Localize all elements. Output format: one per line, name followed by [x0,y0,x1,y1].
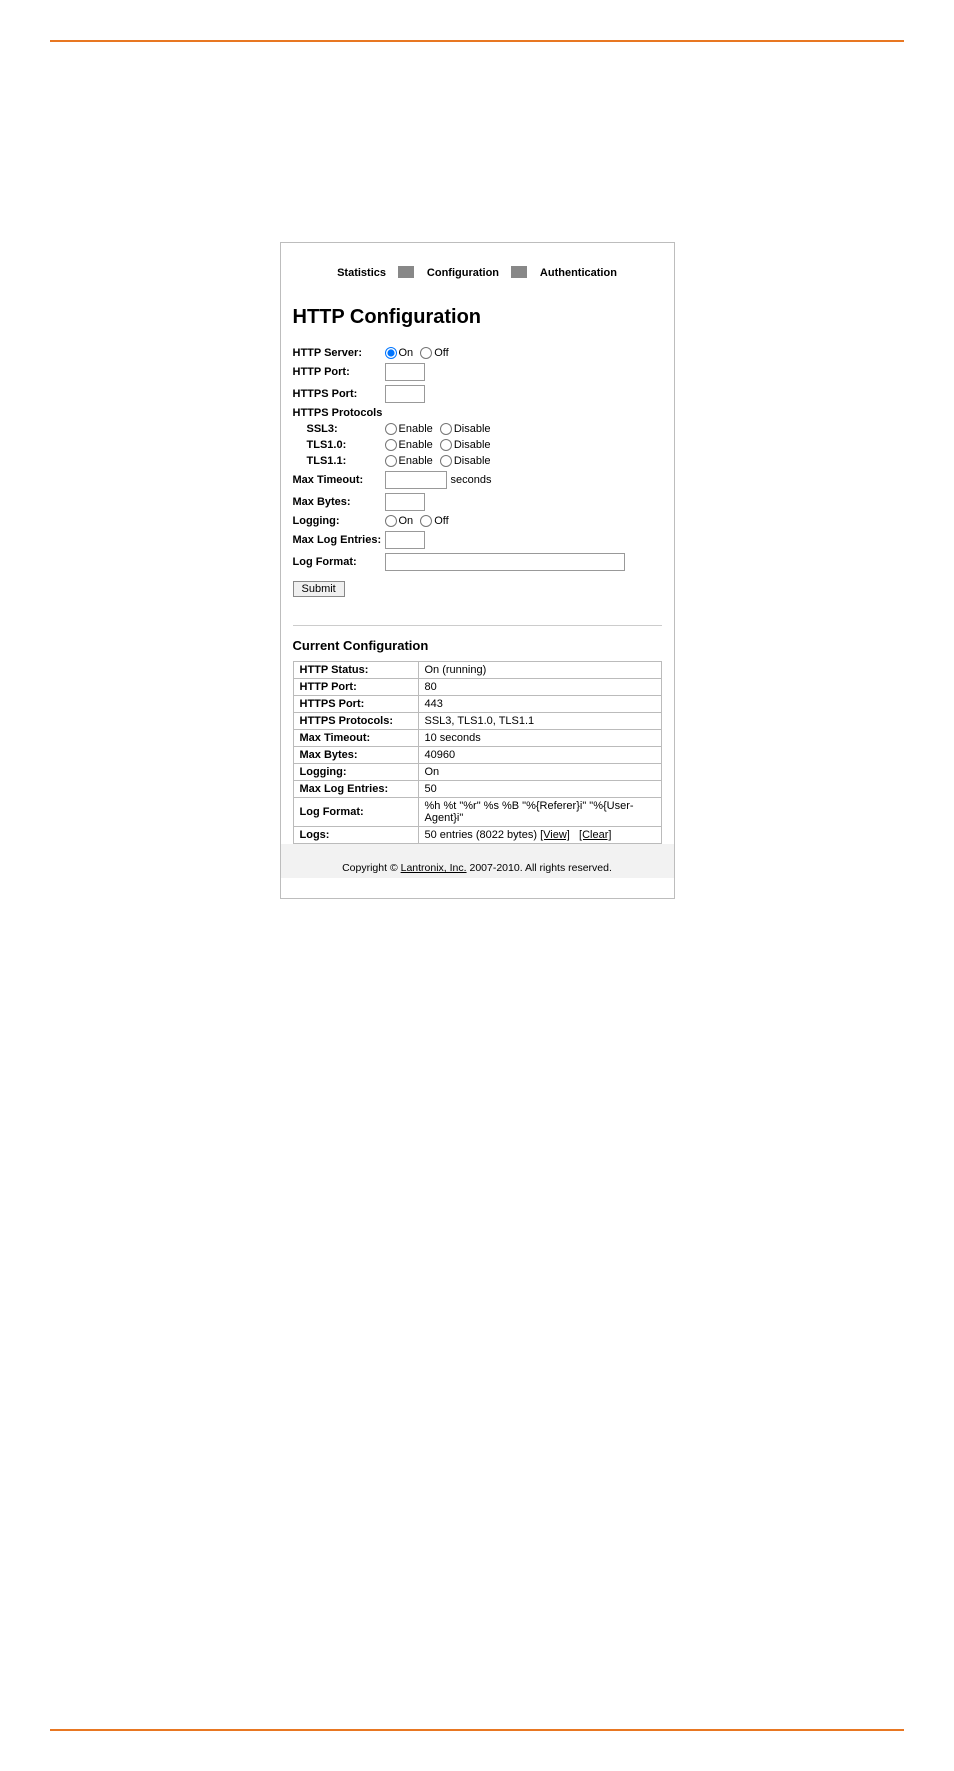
https-protocols-label: HTTPS Protocols [293,407,383,419]
max-timeout-input[interactable] [385,471,447,489]
cell-key: HTTPS Protocols: [293,713,418,730]
clear-link[interactable]: [Clear] [579,829,611,841]
cell-key: HTTP Status: [293,662,418,679]
top-rule [50,40,904,42]
cell-key: Logging: [293,764,418,781]
log-format-label: Log Format: [293,556,385,568]
radio-label-on: On [399,515,414,527]
cell-value: 80 [418,679,661,696]
radio-label-off: Off [434,347,448,359]
cell-value: On (running) [418,662,661,679]
current-config-table: HTTP Status:On (running) HTTP Port:80 HT… [293,661,662,844]
http-port-label: HTTP Port: [293,366,385,378]
tls10-disable-radio[interactable] [440,439,452,451]
http-port-input[interactable] [385,363,425,381]
config-panel: Statistics Configuration Authentication … [280,242,675,899]
radio-label-disable: Disable [454,423,491,435]
https-port-input[interactable] [385,385,425,403]
logging-off-radio[interactable] [420,515,432,527]
copyright-pre: Copyright © [342,862,401,874]
table-row: HTTP Status:On (running) [293,662,661,679]
table-row: Max Timeout:10 seconds [293,730,661,747]
logging-label: Logging: [293,515,385,527]
http-server-on-radio[interactable] [385,347,397,359]
ssl3-disable-radio[interactable] [440,423,452,435]
tls10-label: TLS1.0: [293,439,385,451]
log-format-input[interactable] [385,553,625,571]
cell-value: 443 [418,696,661,713]
submit-button[interactable]: Submit [293,581,345,597]
copyright-post: 2007-2010. All rights reserved. [467,862,612,874]
tls11-label: TLS1.1: [293,455,385,467]
cell-key: Logs: [293,827,418,844]
cell-value: 10 seconds [418,730,661,747]
https-port-label: HTTPS Port: [293,388,385,400]
tls11-disable-radio[interactable] [440,455,452,467]
radio-label-disable: Disable [454,439,491,451]
table-row: HTTPS Port:443 [293,696,661,713]
cell-value: SSL3, TLS1.0, TLS1.1 [418,713,661,730]
logging-on-radio[interactable] [385,515,397,527]
max-log-entries-input[interactable] [385,531,425,549]
footer: Copyright © Lantronix, Inc. 2007-2010. A… [281,844,674,878]
cell-key: Max Log Entries: [293,781,418,798]
view-link[interactable]: [View] [540,829,570,841]
radio-label-enable: Enable [399,455,433,467]
tls11-enable-radio[interactable] [385,455,397,467]
logs-summary: 50 entries (8022 bytes) [425,829,541,841]
current-config-heading: Current Configuration [293,638,662,653]
page-title: HTTP Configuration [293,306,662,329]
cell-value: 40960 [418,747,661,764]
table-row: Max Bytes:40960 [293,747,661,764]
radio-label-on: On [399,347,414,359]
table-row: Logs: 50 entries (8022 bytes) [View] [Cl… [293,827,661,844]
cell-key: HTTP Port: [293,679,418,696]
cell-key: Max Timeout: [293,730,418,747]
divider [511,266,527,278]
radio-label-off: Off [434,515,448,527]
cell-value: 50 entries (8022 bytes) [View] [Clear] [418,827,661,844]
table-row: Log Format:%h %t "%r" %s %B "%{Referer}i… [293,798,661,827]
http-server-off-radio[interactable] [420,347,432,359]
tab-configuration[interactable]: Configuration [419,267,507,279]
cell-value: %h %t "%r" %s %B "%{Referer}i" "%{User-A… [418,798,661,827]
tls10-enable-radio[interactable] [385,439,397,451]
radio-label-disable: Disable [454,455,491,467]
tab-statistics[interactable]: Statistics [329,267,394,279]
table-row: Max Log Entries:50 [293,781,661,798]
table-row: Logging:On [293,764,661,781]
radio-label-enable: Enable [399,423,433,435]
bottom-rule [50,1729,904,1731]
max-bytes-input[interactable] [385,493,425,511]
cell-key: Log Format: [293,798,418,827]
cell-value: 50 [418,781,661,798]
tab-authentication[interactable]: Authentication [532,267,625,279]
max-timeout-label: Max Timeout: [293,474,385,486]
http-server-label: HTTP Server: [293,347,385,359]
divider [398,266,414,278]
tab-bar: Statistics Configuration Authentication [281,243,674,296]
divider-rule [293,625,662,626]
cell-value: On [418,764,661,781]
ssl3-enable-radio[interactable] [385,423,397,435]
max-bytes-label: Max Bytes: [293,496,385,508]
table-row: HTTPS Protocols:SSL3, TLS1.0, TLS1.1 [293,713,661,730]
lantronix-link[interactable]: Lantronix, Inc. [401,862,467,874]
cell-key: HTTPS Port: [293,696,418,713]
max-log-entries-label: Max Log Entries: [293,534,385,546]
cell-key: Max Bytes: [293,747,418,764]
ssl3-label: SSL3: [293,423,385,435]
radio-label-enable: Enable [399,439,433,451]
seconds-suffix: seconds [451,474,492,486]
table-row: HTTP Port:80 [293,679,661,696]
